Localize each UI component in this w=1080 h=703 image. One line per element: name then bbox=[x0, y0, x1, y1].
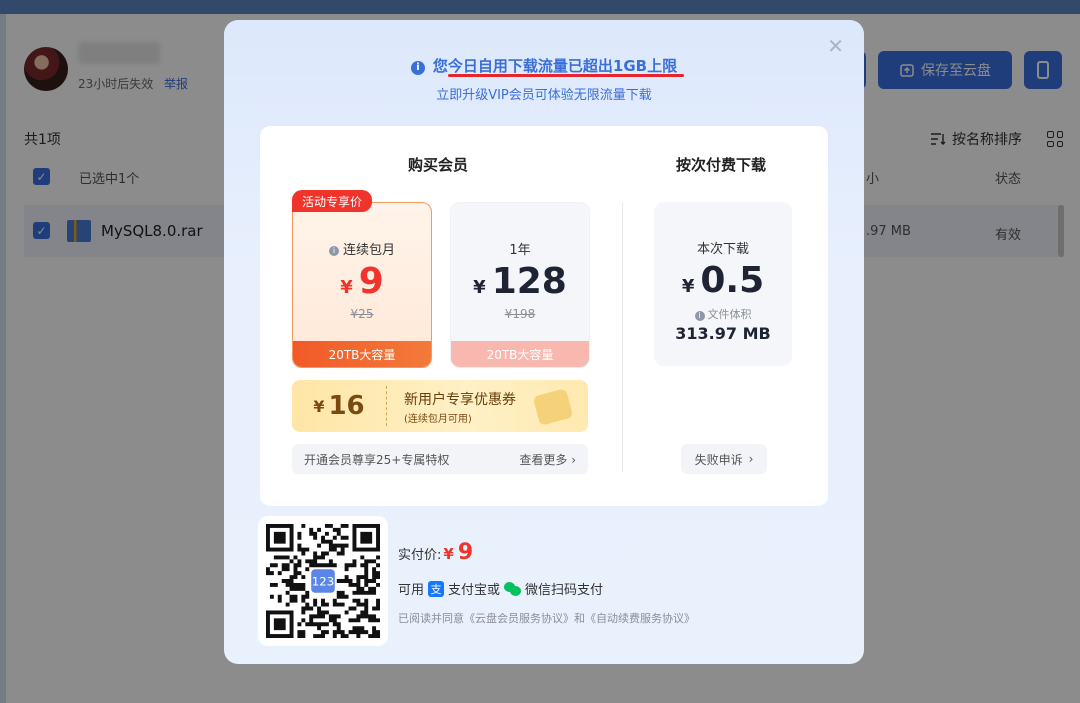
pricing-card: 购买会员 按次付费下载 i 连续包月 ¥9 ¥25 20TB大容量 活动专享价 1… bbox=[260, 126, 828, 506]
buy-membership-title: 购买会员 bbox=[408, 156, 469, 174]
qr-code-box: 123 bbox=[258, 516, 388, 646]
wechat-icon bbox=[504, 581, 522, 596]
plan-name: 1年 bbox=[509, 243, 531, 258]
info-icon: i bbox=[410, 60, 425, 75]
qr-logo-text: 123 bbox=[312, 574, 335, 588]
per-download-name: 本次下载 bbox=[696, 242, 749, 257]
actual-price: 实付价: ¥9 bbox=[398, 540, 474, 565]
close-icon[interactable]: ✕ bbox=[827, 36, 844, 56]
plan-price: ¥9 bbox=[340, 261, 384, 302]
plan-capacity: 20TB大容量 bbox=[293, 341, 431, 367]
dialog-title-text: 您今日自用下载流量已超出1GB上限 bbox=[432, 57, 678, 75]
perks-text: 开通会员尊享25+专属特权 bbox=[304, 453, 450, 467]
alipay-icon: 支 bbox=[428, 580, 445, 597]
view-more-link[interactable]: 查看更多 › bbox=[519, 451, 576, 468]
file-volume: 313.97 MB bbox=[675, 324, 771, 343]
dialog-title: i 您今日自用下载流量已超出1GB上限 bbox=[224, 55, 864, 76]
upgrade-dialog: ✕ i 您今日自用下载流量已超出1GB上限 立即升级VIP会员可体验无限流量下载 … bbox=[224, 20, 864, 664]
per-download-price: ¥0.5 bbox=[681, 260, 765, 301]
per-download-card[interactable]: 本次下载 ¥0.5 i 文件体积 313.97 MB bbox=[654, 202, 792, 366]
chevron-right-icon: › bbox=[571, 453, 576, 467]
plan-original-price: ¥198 bbox=[504, 307, 536, 321]
plan-original-price: ¥25 bbox=[350, 307, 374, 321]
info-icon: i bbox=[694, 310, 705, 321]
coupon-decoration bbox=[532, 388, 574, 426]
coupon-amount: ¥16 bbox=[313, 391, 365, 421]
chevron-right-icon: › bbox=[748, 452, 754, 466]
failure-appeal-button[interactable]: 失败申诉 › bbox=[681, 444, 767, 474]
title-underline bbox=[448, 74, 684, 77]
payment-qr-code: 123 bbox=[266, 524, 380, 638]
coupon-note: (连续包月可用) bbox=[404, 414, 472, 425]
promo-badge: 活动专享价 bbox=[292, 190, 373, 212]
plan-capacity: 20TB大容量 bbox=[451, 341, 589, 367]
new-user-coupon[interactable]: ¥16 新用户专享优惠券 (连续包月可用) bbox=[292, 380, 588, 432]
coupon-title: 新用户专享优惠券 bbox=[404, 392, 516, 408]
pay-per-download-title: 按次付费下载 bbox=[676, 156, 767, 174]
payment-methods: 可用 支 支付宝或 微信扫码支付 bbox=[398, 580, 604, 598]
plan-monthly[interactable]: i 连续包月 ¥9 ¥25 20TB大容量 bbox=[292, 202, 432, 368]
section-divider bbox=[622, 202, 623, 472]
member-perks-bar[interactable]: 开通会员尊享25+专属特权 查看更多 › bbox=[292, 444, 588, 474]
agreement-text[interactable]: 已阅读并同意《云盘会员服务协议》和《自动续费服务协议》 bbox=[398, 610, 695, 626]
plan-price: ¥128 bbox=[473, 261, 567, 302]
plan-yearly[interactable]: 1年 ¥128 ¥198 20TB大容量 bbox=[450, 202, 590, 368]
file-volume-label: i 文件体积 bbox=[654, 306, 792, 322]
info-icon: i bbox=[328, 245, 339, 256]
dialog-subtitle: 立即升级VIP会员可体验无限流量下载 bbox=[436, 88, 652, 103]
plan-name: i 连续包月 bbox=[293, 239, 431, 258]
coupon-separator bbox=[386, 386, 387, 426]
